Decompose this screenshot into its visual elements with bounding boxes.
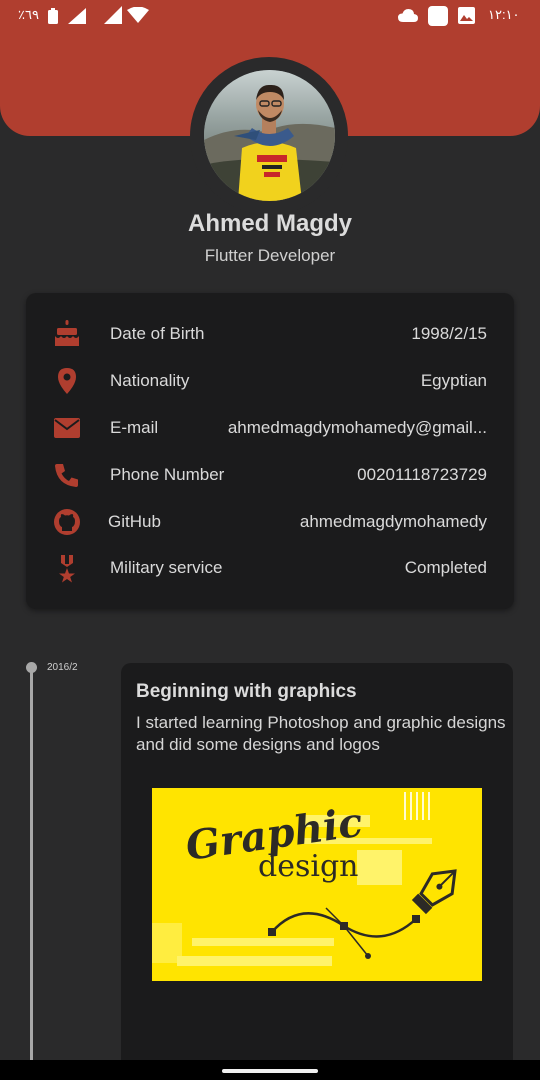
info-row-nationality: Nationality Egyptian [26, 366, 514, 396]
clock: ١٢:١٠ [488, 7, 520, 22]
timeline-line [30, 668, 33, 1060]
profile-photo [204, 70, 335, 201]
info-value: Egyptian [420, 371, 487, 390]
info-label: E-mail [110, 418, 159, 437]
info-row-military: Military service Completed [26, 553, 514, 583]
phone-icon [55, 464, 78, 487]
cloud-icon [398, 9, 418, 22]
notification-square-icon [428, 6, 448, 26]
signal-icon-2 [104, 6, 122, 24]
info-label: Military service [110, 558, 223, 577]
home-gesture-handle[interactable] [222, 1069, 318, 1073]
battery-icon [48, 8, 58, 24]
cake-icon [55, 320, 79, 346]
system-navigation-bar [0, 1060, 540, 1080]
info-label: Nationality [110, 371, 190, 390]
profile-name: Ahmed Magdy [187, 210, 352, 237]
status-bar: ٪٦٩ ١٢:١٠ [0, 0, 540, 32]
signal-icon [68, 8, 86, 24]
design-word-text: design [258, 849, 358, 884]
timeline-dot [26, 662, 37, 673]
timeline-event-card[interactable]: Beginning with graphics I started learni… [121, 663, 513, 1080]
graphic-design-illustration: Graphic design [152, 788, 482, 981]
info-row-email: E-mail ahmedmagdymohamedy@gmail... [26, 413, 514, 443]
email-link[interactable]: ahmedmagdymohamedy@gmail... [228, 418, 487, 438]
info-row-github: GitHub ahmedmagdymohamedy [26, 507, 514, 537]
event-description: I started learning Photoshop and graphic… [136, 713, 506, 754]
personal-info-card: Date of Birth 1998/2/15 Nationality Egyp… [26, 293, 514, 609]
mail-icon [54, 418, 80, 438]
info-label: Phone Number [110, 465, 225, 484]
info-row-phone: Phone Number 00201118723729 [26, 460, 514, 490]
event-title: Beginning with graphics [136, 681, 357, 702]
info-row-date-of-birth: Date of Birth 1998/2/15 [26, 319, 514, 349]
github-icon [54, 509, 80, 535]
info-label: GitHub [108, 512, 161, 531]
github-link[interactable]: ahmedmagdymohamedy [300, 512, 487, 532]
event-image: Graphic design [152, 788, 482, 981]
wifi-icon [127, 7, 149, 23]
phone-link[interactable]: 00201118723729 [357, 465, 487, 485]
timeline-date: 2016/2 [47, 662, 78, 673]
avatar[interactable] [204, 70, 335, 201]
location-pin-icon [58, 368, 76, 394]
battery-percent: ٪٦٩ [18, 7, 39, 22]
info-label: Date of Birth [110, 324, 205, 343]
image-icon [458, 7, 475, 24]
military-medal-icon [59, 555, 75, 583]
profile-title: Flutter Developer [204, 246, 336, 265]
info-value: 1998/2/15 [411, 324, 487, 343]
info-value: Completed [404, 558, 487, 577]
